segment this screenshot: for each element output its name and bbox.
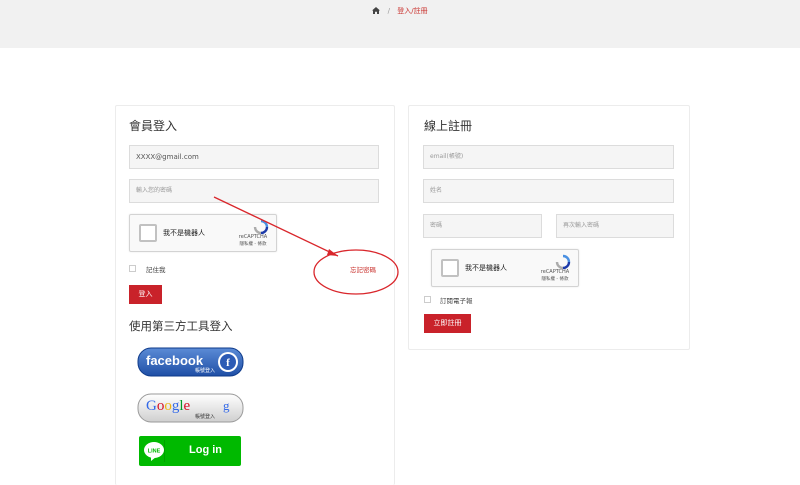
newsletter-checkbox[interactable] [424,296,431,303]
register-email-field[interactable]: email(帳號) [423,145,674,169]
recaptcha-brand: reCAPTCHA [540,269,570,275]
recaptcha-label: 我不是機器人 [163,229,205,237]
recaptcha-label: 我不是機器人 [465,264,507,272]
remember-label: 記住我 [146,266,166,274]
breadcrumb: / 登入/註冊 [0,6,800,16]
login-password-field[interactable]: 輸入您的密碼 [129,179,379,203]
login-title: 會員登入 [129,119,178,133]
recaptcha-logo-icon [555,254,571,270]
facebook-text: facebook [146,353,204,368]
register-name-field[interactable]: 姓名 [423,179,674,203]
home-icon[interactable] [372,7,381,14]
breadcrumb-current: 登入/註冊 [397,7,428,15]
line-login-button[interactable]: LINE Log in [139,436,241,466]
recaptcha-checkbox[interactable] [139,224,157,242]
google-sub: 帳號登入 [195,414,216,420]
third-party-title: 使用第三方工具登入 [129,319,233,333]
facebook-sub: 帳號登入 [195,368,216,374]
register-title: 線上註冊 [424,119,473,133]
recaptcha-checkbox[interactable] [441,259,459,277]
breadcrumb-separator: / [387,7,390,15]
login-submit-button[interactable]: 登入 [129,285,162,304]
remember-checkbox[interactable] [129,265,136,272]
register-submit-button[interactable]: 立即註冊 [424,314,471,333]
recaptcha-links[interactable]: 隱私權 - 條款 [535,276,575,282]
register-confirm-password-field[interactable]: 再次輸入密碼 [556,214,674,238]
google-suffix: g [223,398,230,413]
recaptcha-links[interactable]: 隱私權 - 條款 [233,241,273,247]
register-recaptcha: 我不是機器人 reCAPTCHA 隱私權 - 條款 [431,249,579,287]
login-recaptcha: 我不是機器人 reCAPTCHA 隱私權 - 條款 [129,214,277,252]
svg-text:f: f [226,357,230,369]
recaptcha-logo-icon [253,219,269,235]
newsletter-label: 訂閱電子報 [440,297,473,305]
google-login-button[interactable]: Google g 帳號登入 [137,392,244,424]
register-password-field[interactable]: 密碼 [423,214,542,238]
line-text: Log in [189,444,222,456]
line-logo-icon: LINE [143,440,165,462]
login-email-field[interactable]: XXXX@gmail.com [129,145,379,169]
forgot-password-link[interactable]: 忘記密碼 [350,264,376,274]
google-text: Google [146,398,191,414]
line-badge-text: LINE [148,449,161,455]
facebook-login-button[interactable]: f facebook 帳號登入 [137,346,244,378]
recaptcha-brand: reCAPTCHA [238,234,268,240]
